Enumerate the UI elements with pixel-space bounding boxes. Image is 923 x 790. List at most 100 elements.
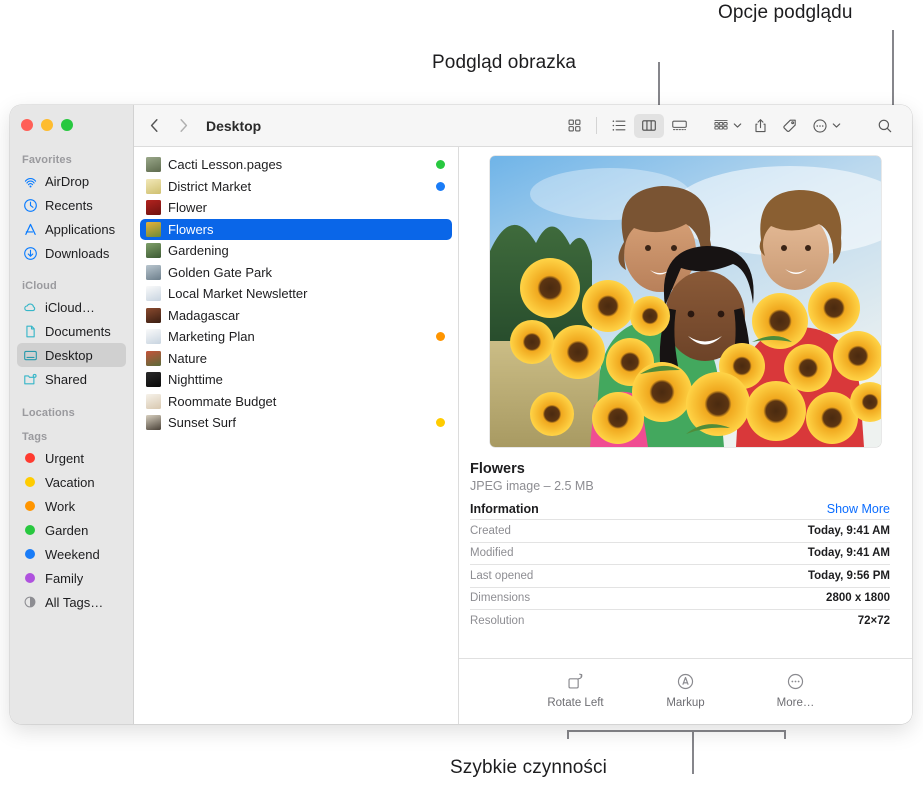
list-item[interactable]: Flower: [140, 197, 452, 219]
preview-title: Flowers: [470, 461, 525, 477]
sidebar-item-recents[interactable]: Recents: [17, 193, 126, 217]
sidebar-item-tag-garden[interactable]: Garden: [17, 518, 126, 542]
info-key: Created: [470, 524, 511, 537]
toolbar: Desktop: [134, 105, 912, 147]
file-tag-dot: [436, 397, 445, 406]
zoom-button[interactable]: [61, 119, 73, 131]
information-header: Information Show More: [470, 502, 890, 516]
sidebar-item-applications[interactable]: Applications: [17, 217, 126, 241]
file-tag-dot: [436, 246, 445, 255]
file-tag-dot: [436, 311, 445, 320]
sidebar-item-all-tags[interactable]: All Tags…: [17, 590, 126, 614]
sidebar-item-shared[interactable]: Shared: [17, 367, 126, 391]
file-name: Nighttime: [168, 372, 223, 388]
file-thumbnail: [146, 157, 161, 173]
file-thumbnail: [146, 243, 161, 259]
main-area: Desktop Cacti Lesson.pages District Mark…: [134, 105, 912, 724]
sidebar-item-tag-vacation[interactable]: Vacation: [17, 470, 126, 494]
leader-line-quick-actions: [692, 730, 694, 774]
quick-action-markup[interactable]: Markup: [649, 671, 723, 709]
info-row-last-opened: Last opened Today, 9:56 PM: [470, 564, 890, 587]
sidebar-item-tag-family[interactable]: Family: [17, 566, 126, 590]
chevron-down-icon[interactable]: [832, 122, 841, 129]
chevron-down-icon[interactable]: [733, 122, 742, 129]
preview-subtitle: JPEG image – 2.5 MB: [470, 479, 594, 493]
path-title: Desktop: [206, 117, 262, 134]
list-item-selected[interactable]: Flowers: [140, 218, 452, 240]
share-button[interactable]: [745, 114, 775, 138]
column-view-button[interactable]: [634, 113, 664, 138]
all-tags-icon: [22, 594, 38, 610]
search-button[interactable]: [870, 114, 900, 138]
sidebar-item-documents[interactable]: Documents: [17, 319, 126, 343]
list-item[interactable]: Marketing Plan: [140, 326, 452, 348]
list-item[interactable]: Gardening: [140, 240, 452, 262]
sidebar-section-favorites: Favorites: [22, 154, 72, 166]
close-button[interactable]: [21, 119, 33, 131]
document-icon: [22, 323, 38, 339]
info-row-created: Created Today, 9:41 AM: [470, 519, 890, 542]
list-item[interactable]: Local Market Newsletter: [140, 283, 452, 305]
sidebar-item-downloads[interactable]: Downloads: [17, 241, 126, 265]
tag-button[interactable]: [775, 114, 805, 138]
sidebar-section-tags: Tags: [22, 431, 48, 443]
sidebar-section-locations: Locations: [22, 407, 75, 419]
sidebar-item-tag-urgent[interactable]: Urgent: [17, 446, 126, 470]
list-item[interactable]: Nighttime: [140, 369, 452, 391]
list-item[interactable]: District Market: [140, 176, 452, 198]
sidebar-section-icloud: iCloud: [22, 280, 57, 292]
list-item[interactable]: Nature: [140, 348, 452, 370]
file-tag-dot: [436, 354, 445, 363]
toolbar-divider: [596, 117, 597, 134]
file-thumbnail: [146, 415, 161, 431]
bracket-quick-actions-top: [567, 730, 786, 732]
forward-button[interactable]: [177, 116, 190, 136]
quick-action-label: Markup: [666, 697, 705, 709]
back-button[interactable]: [148, 116, 161, 136]
sidebar-item-tag-weekend[interactable]: Weekend: [17, 542, 126, 566]
more-circle-icon: [786, 671, 805, 691]
icon-view-button[interactable]: [559, 114, 589, 138]
file-thumbnail: [146, 393, 161, 409]
more-button[interactable]: [805, 114, 835, 138]
info-value: 72×72: [857, 614, 890, 627]
group-by-button[interactable]: [706, 114, 736, 138]
quick-action-label: Rotate Left: [547, 697, 604, 709]
file-name: Madagascar: [168, 307, 240, 323]
list-item[interactable]: Sunset Surf: [140, 412, 452, 434]
file-tag-dot: [436, 160, 445, 170]
sidebar-item-desktop[interactable]: Desktop: [17, 343, 126, 367]
list-view-button[interactable]: [604, 114, 634, 138]
file-name: Nature: [168, 350, 208, 366]
sidebar-item-label: Applications: [45, 221, 116, 237]
file-name: Golden Gate Park: [168, 264, 273, 280]
list-item[interactable]: Roommate Budget: [140, 391, 452, 413]
rotate-left-icon: [566, 671, 585, 691]
callout-image-preview: Podgląd obrazka: [432, 52, 577, 73]
quick-action-rotate-left[interactable]: Rotate Left: [539, 671, 613, 709]
quick-action-more[interactable]: More…: [759, 671, 833, 709]
content-area: Cacti Lesson.pages District Market Flowe…: [134, 147, 912, 724]
shared-folder-icon: [22, 371, 38, 387]
gallery-view-button[interactable]: [664, 114, 694, 138]
file-thumbnail: [146, 350, 161, 366]
tag-dot-icon: [22, 498, 38, 514]
sidebar-item-tag-work[interactable]: Work: [17, 494, 126, 518]
sidebar-item-airdrop[interactable]: AirDrop: [17, 169, 126, 193]
info-key: Last opened: [470, 569, 534, 582]
desktop-icon: [22, 347, 38, 363]
sidebar-item-label: Work: [45, 498, 76, 514]
file-name: Gardening: [168, 243, 229, 259]
file-list[interactable]: Cacti Lesson.pages District Market Flowe…: [134, 147, 459, 724]
sidebar-item-label: Downloads: [45, 245, 110, 261]
show-more-link[interactable]: Show More: [827, 502, 890, 516]
list-item[interactable]: Cacti Lesson.pages: [140, 154, 452, 176]
sidebar-item-label: All Tags…: [45, 594, 104, 610]
minimize-button[interactable]: [41, 119, 53, 131]
view-switcher: [559, 113, 694, 138]
applications-icon: [22, 221, 38, 237]
finder-window: Favorites AirDrop Recents Applications D…: [10, 105, 912, 724]
sidebar-item-icloud[interactable]: iCloud…: [17, 295, 126, 319]
list-item[interactable]: Golden Gate Park: [140, 262, 452, 284]
list-item[interactable]: Madagascar: [140, 305, 452, 327]
